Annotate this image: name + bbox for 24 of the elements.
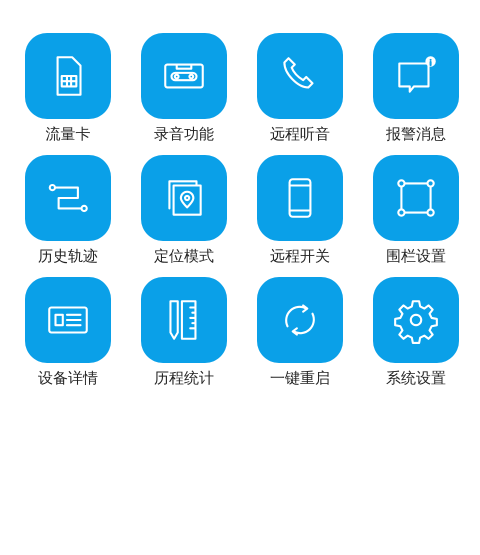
- menu-tile[interactable]: [141, 33, 227, 119]
- menu-tile[interactable]: [25, 33, 111, 119]
- menu-label: 历程统计: [154, 368, 214, 389]
- menu-label: 设备详情: [38, 368, 98, 389]
- menu-tile[interactable]: [141, 155, 227, 241]
- menu-label: 流量卡: [46, 124, 90, 145]
- menu-label: 定位模式: [154, 246, 214, 267]
- menu-tile[interactable]: [373, 33, 459, 119]
- menu-label: 报警消息: [386, 124, 446, 145]
- menu-label: 围栏设置: [386, 246, 446, 267]
- menu-tile[interactable]: [257, 155, 343, 241]
- menu-label: 远程听音: [270, 124, 330, 145]
- menu-tile[interactable]: [141, 277, 227, 363]
- menu-label: 系统设置: [386, 368, 446, 389]
- menu-tile[interactable]: [257, 33, 343, 119]
- menu-tile[interactable]: [25, 277, 111, 363]
- menu-label: 录音功能: [154, 124, 214, 145]
- menu-tile[interactable]: [257, 277, 343, 363]
- menu-tile[interactable]: [373, 155, 459, 241]
- menu-label: 一键重启: [270, 368, 330, 389]
- menu-tile[interactable]: [373, 277, 459, 363]
- menu-label: 远程开关: [270, 246, 330, 267]
- menu-label: 历史轨迹: [38, 246, 98, 267]
- menu-tile[interactable]: [25, 155, 111, 241]
